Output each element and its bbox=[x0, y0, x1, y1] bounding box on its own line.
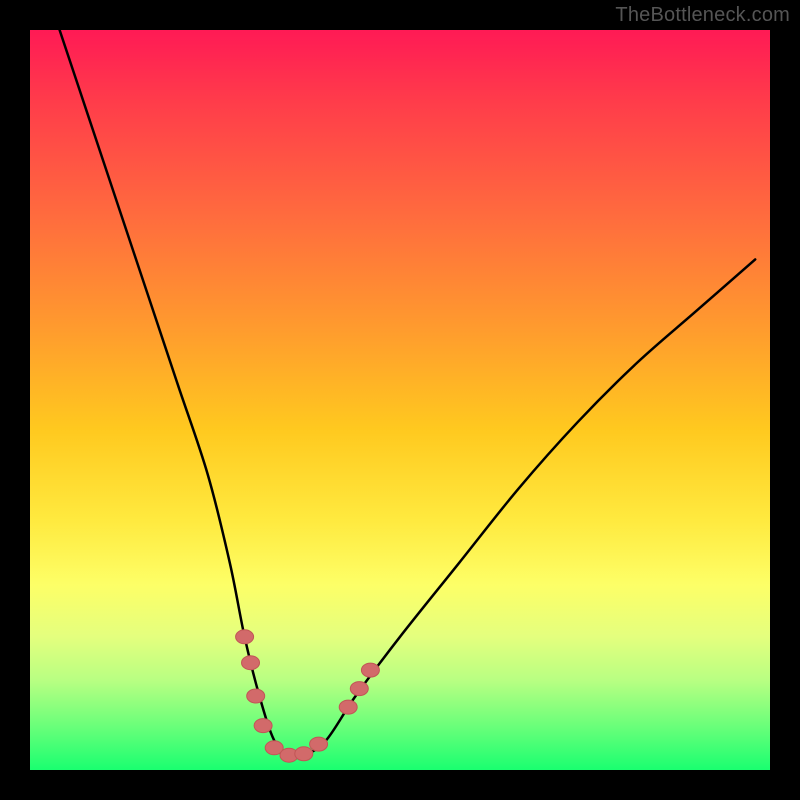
data-marker bbox=[310, 737, 328, 751]
data-marker bbox=[361, 663, 379, 677]
data-marker bbox=[295, 747, 313, 761]
marker-layer bbox=[236, 630, 380, 762]
data-marker bbox=[339, 700, 357, 714]
bottleneck-curve bbox=[60, 30, 756, 757]
chart-svg bbox=[30, 30, 770, 770]
curve-layer bbox=[60, 30, 756, 757]
outer-frame: TheBottleneck.com bbox=[0, 0, 800, 800]
watermark-text: TheBottleneck.com bbox=[615, 4, 790, 27]
plot-area bbox=[30, 30, 770, 770]
data-marker bbox=[236, 630, 254, 644]
data-marker bbox=[247, 689, 265, 703]
data-marker bbox=[350, 682, 368, 696]
data-marker bbox=[242, 656, 260, 670]
data-marker bbox=[254, 719, 272, 733]
